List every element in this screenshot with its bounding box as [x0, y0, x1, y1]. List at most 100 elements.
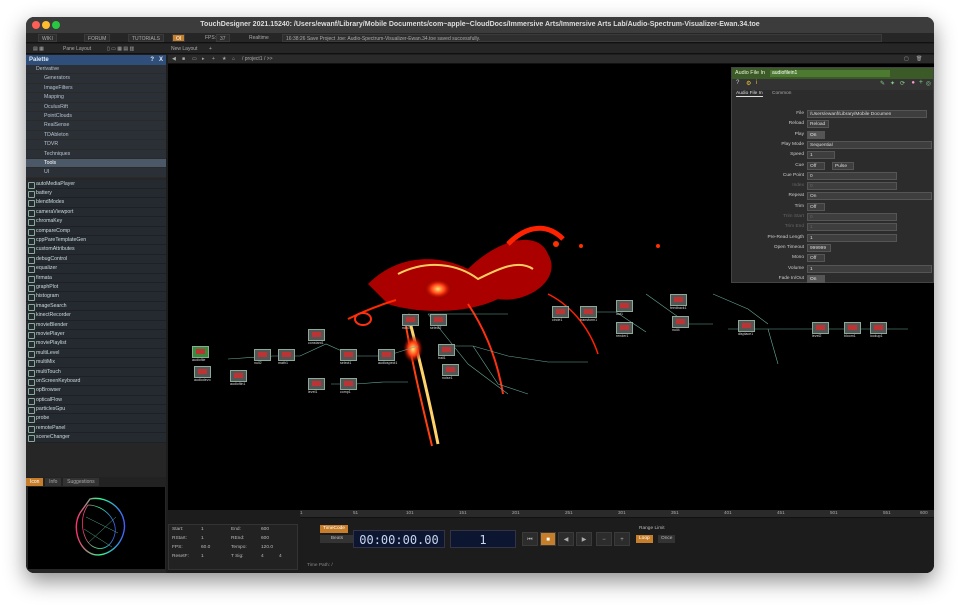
palette-component[interactable]: graphPlot [26, 282, 166, 293]
forward-arrow-icon[interactable]: ▸ [202, 56, 205, 63]
rstart-value[interactable]: 1 [201, 536, 204, 541]
play-reverse-icon[interactable]: ◀ [558, 532, 574, 546]
rewind-icon[interactable]: ⏮ [522, 532, 538, 546]
parameter-value[interactable]: Off [807, 161, 825, 170]
palette-component[interactable]: opticalFlow [26, 395, 166, 406]
timecode-button[interactable]: TimeCode [320, 525, 348, 533]
parameter-value[interactable]: 1 [807, 264, 932, 273]
operator-node[interactable] [670, 294, 687, 306]
operator-node[interactable] [254, 349, 271, 361]
start-value[interactable]: 1 [201, 527, 204, 532]
fps-setting[interactable]: 60.0 [201, 545, 210, 550]
minimize-window-button[interactable] [42, 21, 50, 29]
panel-icon[interactable]: ▭ [192, 56, 197, 63]
rend-value[interactable]: 600 [261, 536, 269, 541]
wiki-button[interactable]: WIKI [38, 34, 57, 42]
add-icon[interactable]: + [212, 56, 215, 63]
palette-folder[interactable]: TDVR [26, 140, 166, 150]
add-layout-button[interactable]: + [206, 45, 215, 53]
help-icon[interactable]: ? [736, 80, 739, 86]
palette-component[interactable]: sceneChanger [26, 433, 166, 443]
palette-folder[interactable]: Derivative [26, 65, 166, 75]
palette-folder[interactable]: Generators [26, 74, 166, 84]
palette-component[interactable]: cppPareTemplateGen [26, 236, 166, 246]
palette-component[interactable]: movieBlender [26, 320, 166, 330]
parameter-value[interactable]: 1 [807, 223, 897, 232]
resetf-value[interactable]: 1 [201, 554, 204, 559]
end-value[interactable]: 600 [261, 527, 269, 532]
operator-node[interactable] [672, 316, 689, 328]
operator-node[interactable] [812, 322, 829, 334]
timeline-ruler[interactable]: 1 51 101 151 201 251 301 351 401 451 501 551 600 [300, 510, 934, 518]
palette-folder[interactable]: ImageFilters [26, 83, 166, 94]
operator-node[interactable] [870, 322, 887, 334]
palette-component[interactable]: compareComp [26, 226, 166, 237]
timecode-display[interactable]: 00:00:00.00 [353, 530, 445, 548]
info-icon[interactable]: i [756, 80, 757, 86]
parameter-value[interactable]: /Users/ewanf/Library/Mobile Documen [807, 110, 927, 118]
close-window-button[interactable] [32, 21, 40, 29]
parameter-value[interactable]: 1 [807, 151, 835, 160]
stop-button[interactable]: ■ [540, 532, 556, 546]
pane-split-icon[interactable]: ▤ ▦ [30, 45, 47, 53]
stop-icon[interactable]: ■ [182, 56, 185, 63]
tempo-value[interactable]: 120.0 [261, 545, 273, 550]
operator-node[interactable] [308, 329, 325, 341]
close-icon[interactable]: X [159, 55, 163, 65]
operator-node[interactable] [192, 346, 209, 358]
help-icon[interactable]: ? [150, 55, 154, 65]
operator-node[interactable] [616, 322, 633, 334]
palette-folder[interactable]: PointClouds [26, 111, 166, 122]
target-icon[interactable]: ◎ [926, 80, 931, 87]
once-button[interactable]: Once [658, 535, 676, 543]
layout-presets-icon[interactable]: ▯ ▭ ▦ ▤ ▥ [104, 45, 137, 53]
operator-node[interactable] [442, 364, 459, 376]
back-arrow-icon[interactable]: ◀ [172, 56, 176, 63]
forum-button[interactable]: FORUM [84, 34, 111, 42]
home-icon[interactable]: ⌂ [232, 56, 235, 63]
palette-component[interactable]: opBrowser [26, 386, 166, 396]
pulse-button[interactable]: Pulse [832, 161, 854, 170]
operator-node[interactable] [402, 314, 419, 326]
palette-component[interactable]: moviePlayer [26, 329, 166, 340]
palette-folder[interactable]: RealSense [26, 121, 166, 131]
palette-component[interactable]: multiLevel [26, 348, 166, 359]
palette-component[interactable]: remotePanel [26, 423, 166, 434]
palette-component[interactable]: probe [26, 414, 166, 424]
tab-suggestions[interactable]: Suggestions [63, 478, 99, 486]
refresh-icon[interactable]: ⟳ [900, 80, 905, 87]
color-icon[interactable]: ● [911, 80, 915, 86]
parameter-value[interactable]: Off [807, 202, 825, 211]
palette-folder[interactable]: Tools [26, 158, 166, 169]
palette-component[interactable]: equalizer [26, 264, 166, 274]
tsig-denominator[interactable]: 4 [279, 554, 282, 559]
palette-component[interactable]: debugControl [26, 254, 166, 265]
trash-icon[interactable]: 🗑 [916, 56, 922, 63]
step-back-icon[interactable]: − [596, 532, 612, 546]
palette-component[interactable]: imageSearch [26, 301, 166, 312]
parameter-value[interactable]: Off [807, 254, 825, 263]
palette-folder[interactable]: UI [26, 168, 166, 178]
zoom-window-button[interactable] [52, 21, 60, 29]
palette-folder[interactable]: Techniques [26, 149, 166, 159]
parameter-value[interactable]: 0 [807, 213, 897, 221]
tab-common[interactable]: Common [772, 91, 791, 96]
operator-node[interactable] [552, 306, 569, 318]
view-icon[interactable]: ▢ [904, 56, 909, 63]
tsig-numerator[interactable]: 4 [261, 554, 264, 559]
add-icon[interactable]: + [919, 79, 923, 86]
palette-component[interactable]: autoMediaPlayer [26, 179, 166, 190]
loop-button[interactable]: Loop [636, 535, 653, 543]
frame-display[interactable]: 1 [450, 530, 516, 548]
operator-node[interactable] [278, 349, 295, 361]
palette-component[interactable]: blendModes [26, 198, 166, 208]
operator-node[interactable] [340, 349, 357, 361]
palette-component[interactable]: battery [26, 189, 166, 199]
tab-audio-file-in[interactable]: Audio File In [736, 91, 763, 97]
operator-node[interactable] [616, 300, 633, 312]
palette-component[interactable]: moviePlaylist [26, 339, 166, 349]
python-icon[interactable]: ⚙ [746, 80, 751, 87]
operator-node[interactable] [738, 320, 755, 332]
operator-node[interactable] [580, 306, 597, 318]
palette-folder[interactable]: Mapping [26, 93, 166, 103]
